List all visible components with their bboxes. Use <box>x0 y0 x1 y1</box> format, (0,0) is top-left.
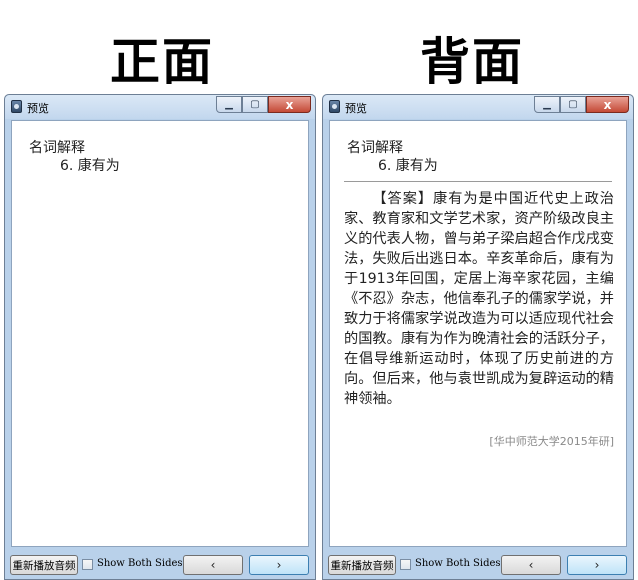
show-both-sides-checkbox[interactable] <box>82 559 93 570</box>
window-controls: ▁ ▢ x <box>534 96 629 113</box>
maximize-icon: ▢ <box>250 99 260 110</box>
question-label: 名词解释 <box>29 140 85 156</box>
card-content: 名词解释 6. 康有为 【答案】康有为是中国近代史上政治家、教育家和文学艺术家，… <box>329 120 627 547</box>
question-label: 名词解释 <box>347 140 403 156</box>
card-content: 名词解释 6. 康有为 <box>11 120 309 547</box>
chevron-left-icon: ‹ <box>528 558 534 572</box>
show-both-sides-label: Show Both Sides <box>97 558 183 569</box>
maximize-button[interactable]: ▢ <box>560 96 586 113</box>
question-item: 6. 康有为 <box>60 158 120 174</box>
preview-window-front: 预览 ▁ ▢ x 名词解释 6. 康有为 重新播放音频 Show Both Si… <box>4 94 316 580</box>
maximize-icon: ▢ <box>568 99 578 110</box>
preview-window-back: 预览 ▁ ▢ x 名词解释 6. 康有为 【答案】康有为是中国近代史上政治家、教… <box>322 94 634 580</box>
chevron-right-icon: › <box>594 558 600 572</box>
next-button[interactable]: › <box>249 555 309 575</box>
close-button[interactable]: x <box>586 96 629 113</box>
answer-source: [华中师范大学2015年研] <box>489 435 614 448</box>
minimize-button[interactable]: ▁ <box>216 96 242 113</box>
bottom-toolbar: 重新播放音频 Show Both Sides ‹ › <box>323 547 633 579</box>
previous-button[interactable]: ‹ <box>183 555 243 575</box>
front-heading: 正面 <box>110 33 214 91</box>
replay-audio-button[interactable]: 重新播放音频 <box>10 555 78 575</box>
chevron-left-icon: ‹ <box>210 558 216 572</box>
chevron-right-icon: › <box>276 558 282 572</box>
replay-audio-button[interactable]: 重新播放音频 <box>328 555 396 575</box>
close-button[interactable]: x <box>268 96 311 113</box>
answer-divider <box>344 181 612 182</box>
previous-button[interactable]: ‹ <box>501 555 561 575</box>
next-button[interactable]: › <box>567 555 627 575</box>
window-title: 预览 <box>345 102 367 115</box>
minimize-icon: ▁ <box>543 99 551 110</box>
window-title: 预览 <box>27 102 49 115</box>
show-both-sides-label: Show Both Sides <box>415 558 501 569</box>
question-item: 6. 康有为 <box>378 158 438 174</box>
answer-text: 【答案】康有为是中国近代史上政治家、教育家和文学艺术家，资产阶级改良主义的代表人… <box>344 191 614 407</box>
title-bar[interactable]: 预览 ▁ ▢ x <box>323 95 633 119</box>
window-controls: ▁ ▢ x <box>216 96 311 113</box>
title-bar[interactable]: 预览 ▁ ▢ x <box>5 95 315 119</box>
minimize-button[interactable]: ▁ <box>534 96 560 113</box>
app-icon <box>329 100 340 113</box>
maximize-button[interactable]: ▢ <box>242 96 268 113</box>
close-icon: x <box>603 97 612 112</box>
app-icon <box>11 100 22 113</box>
close-icon: x <box>285 97 294 112</box>
minimize-icon: ▁ <box>225 99 233 110</box>
back-heading: 背面 <box>420 33 524 91</box>
bottom-toolbar: 重新播放音频 Show Both Sides ‹ › <box>5 547 315 579</box>
show-both-sides-checkbox[interactable] <box>400 559 411 570</box>
